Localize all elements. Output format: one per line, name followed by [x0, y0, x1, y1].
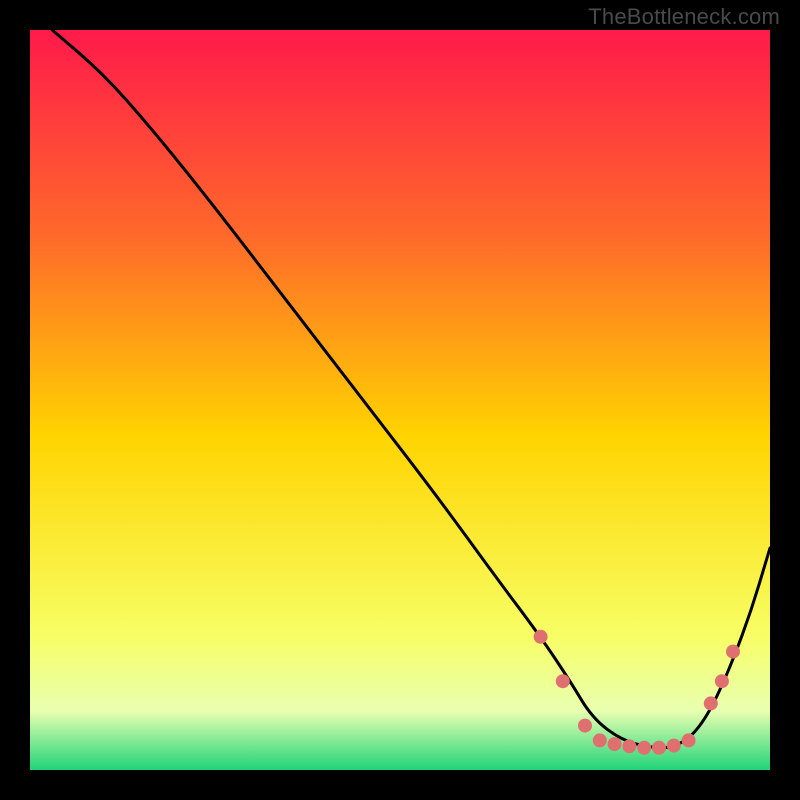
chart-curve-layer	[30, 30, 770, 770]
plot-frame	[30, 30, 770, 770]
attribution-text: TheBottleneck.com	[588, 4, 780, 30]
curve-marker-dot	[726, 645, 740, 659]
curve-marker-dot	[652, 741, 666, 755]
plot-area	[30, 30, 770, 770]
curve-marker-dot	[608, 737, 622, 751]
curve-marker-dot	[715, 674, 729, 688]
curve-marker-dot	[556, 674, 570, 688]
curve-marker-dot	[534, 630, 548, 644]
curve-markers	[534, 630, 740, 755]
curve-marker-dot	[578, 719, 592, 733]
curve-marker-dot	[682, 733, 696, 747]
curve-line	[52, 30, 770, 748]
curve-marker-dot	[593, 733, 607, 747]
curve-marker-dot	[637, 741, 651, 755]
curve-marker-dot	[704, 696, 718, 710]
curve-marker-dot	[622, 739, 636, 753]
curve-marker-dot	[667, 739, 681, 753]
